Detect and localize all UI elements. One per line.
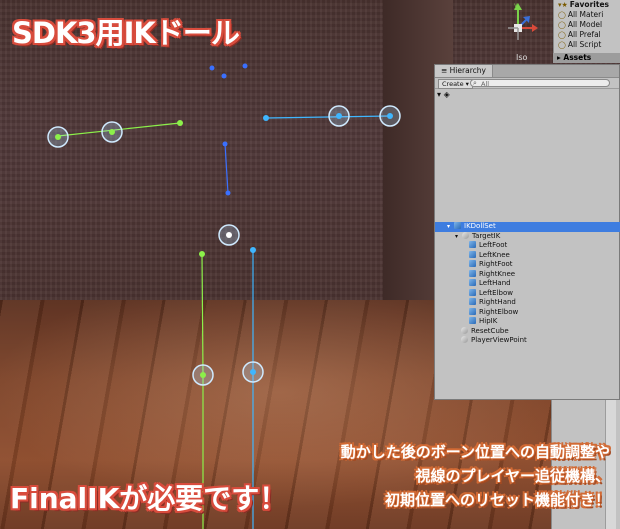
gameobject-icon bbox=[461, 326, 468, 334]
chevron-down-icon: ▾ bbox=[455, 232, 459, 240]
head-point bbox=[209, 65, 215, 71]
chest-point bbox=[222, 141, 228, 147]
search-icon: ⌕ bbox=[473, 79, 477, 87]
hierarchy-item-label: LeftFoot bbox=[479, 241, 508, 249]
search-placeholder: All bbox=[481, 80, 490, 88]
gameobject-icon bbox=[454, 222, 461, 229]
chevron-down-icon: ▾ bbox=[437, 90, 442, 99]
assets-label: Assets bbox=[563, 53, 592, 62]
tab-hierarchy[interactable]: ≡ Hierarchy bbox=[435, 65, 493, 77]
hierarchy-item-lefthand[interactable]: LeftHand bbox=[435, 279, 620, 289]
hierarchy-item-label: RightElbow bbox=[479, 307, 519, 316]
favorite-item[interactable]: ◯ All Prefal bbox=[554, 30, 620, 40]
unity-scene-icon: ◈ bbox=[443, 90, 450, 99]
hierarchy-item-righthand[interactable]: RightHand bbox=[435, 298, 620, 308]
gameobject-icon bbox=[469, 241, 476, 248]
hierarchy-toolbar: Create ▾ ⌕ All bbox=[435, 78, 619, 89]
hierarchy-item-label: LeftHand bbox=[479, 279, 511, 287]
hierarchy-item-label: TargetIK bbox=[472, 231, 501, 240]
handle-hip bbox=[218, 224, 240, 246]
hierarchy-item-targetik[interactable]: ▾ TargetIK bbox=[435, 231, 620, 242]
hierarchy-tabbar: ≡ Hierarchy bbox=[435, 65, 619, 78]
hierarchy-item-resetcube[interactable]: ResetCube bbox=[435, 326, 620, 337]
favorite-item-label: All Script bbox=[567, 40, 602, 49]
hierarchy-item-leftfoot[interactable]: LeftFoot bbox=[435, 241, 620, 251]
create-button-label: Create bbox=[442, 80, 464, 88]
gameobject-icon bbox=[469, 298, 476, 305]
create-button[interactable]: Create ▾ bbox=[438, 79, 473, 89]
favorite-item[interactable]: ◯ All Materi bbox=[554, 10, 620, 20]
favorites-header-label: Favorites bbox=[569, 0, 609, 9]
favorite-item[interactable]: ◯ All Model bbox=[554, 20, 620, 30]
gameobject-icon bbox=[469, 288, 476, 296]
hierarchy-item-rightknee[interactable]: RightKnee bbox=[435, 269, 620, 280]
right-hip-point bbox=[250, 247, 256, 253]
left-hip-point bbox=[199, 251, 205, 257]
handle-right-knee bbox=[242, 361, 264, 383]
hierarchy-panel: ≡ Hierarchy Create ▾ ⌕ All ▾ ◈ ▾ IKDollSet… bbox=[434, 64, 620, 400]
head-point bbox=[221, 73, 227, 79]
assets-header[interactable]: ▸ Assets bbox=[553, 53, 620, 63]
favorite-item-label: All Materi bbox=[567, 10, 604, 19]
favorite-item-label: All Prefal bbox=[567, 30, 601, 39]
hierarchy-item-ikdollset[interactable]: ▾ IKDollSet bbox=[435, 222, 620, 232]
hierarchy-item-label: IKDollSet bbox=[464, 222, 496, 230]
search-icon: ◯ bbox=[558, 41, 566, 49]
spine-line bbox=[224, 143, 229, 194]
search-icon: ◯ bbox=[558, 21, 566, 29]
hierarchy-item-label: LeftElbow bbox=[479, 288, 513, 297]
scene-root-row[interactable]: ▾ ◈ bbox=[435, 89, 619, 100]
gameobject-icon bbox=[469, 307, 476, 315]
svg-text:y: y bbox=[514, 2, 518, 9]
hierarchy-item-label: RightFoot bbox=[479, 260, 513, 268]
hierarchy-item-label: PlayerViewPoint bbox=[471, 336, 527, 344]
hierarchy-item-label: RightHand bbox=[479, 298, 516, 306]
favorite-item[interactable]: ◯ All Script bbox=[554, 40, 620, 50]
hierarchy-search-input[interactable]: ⌕ All bbox=[470, 79, 610, 88]
hierarchy-item-rightelbow[interactable]: RightElbow bbox=[435, 307, 620, 318]
hierarchy-item-leftknee[interactable]: LeftKnee bbox=[435, 250, 620, 261]
left-elbow-point bbox=[177, 120, 183, 126]
hierarchy-item-label: RightKnee bbox=[479, 269, 516, 278]
hierarchy-item-rightfoot[interactable]: RightFoot bbox=[435, 260, 620, 270]
hierarchy-item-hipik[interactable]: HipIK bbox=[435, 317, 620, 327]
search-icon: ◯ bbox=[558, 31, 566, 39]
gameobject-icon bbox=[469, 269, 476, 277]
gameobject-icon bbox=[469, 250, 476, 258]
hierarchy-item-label: ResetCube bbox=[471, 326, 509, 335]
requirement-caption: FinalIKが必要です！ bbox=[10, 482, 288, 515]
hierarchy-item-label: LeftKnee bbox=[479, 250, 510, 259]
gameobject-icon bbox=[461, 336, 468, 343]
right-arm-line bbox=[265, 115, 391, 119]
gameobject-icon bbox=[469, 317, 476, 324]
head-point bbox=[242, 63, 248, 69]
handle-right-hand bbox=[379, 105, 401, 127]
tab-hierarchy-label: Hierarchy bbox=[449, 66, 486, 75]
hierarchy-item-leftelbow[interactable]: LeftElbow bbox=[435, 288, 620, 299]
feature-line: 初期位置へのリセット機能付き！ bbox=[384, 491, 610, 509]
right-elbow-point bbox=[263, 115, 269, 121]
handle-left-knee bbox=[192, 364, 214, 386]
hierarchy-item-label: HipIK bbox=[479, 317, 498, 325]
left-leg-line bbox=[201, 253, 204, 376]
gameobject-icon bbox=[462, 231, 469, 239]
feature-line: 視線のプレイヤー追従機構、 bbox=[415, 467, 610, 485]
search-icon: ◯ bbox=[558, 11, 566, 19]
gameobject-icon bbox=[469, 260, 476, 267]
handle-right-elbow bbox=[328, 105, 350, 127]
favorite-item-label: All Model bbox=[567, 20, 603, 29]
page-title: SDK3用IKドール bbox=[12, 16, 240, 50]
gameobject-icon bbox=[469, 279, 476, 286]
favorites-header[interactable]: ▾★ Favorites bbox=[554, 0, 620, 10]
star-icon: ▾★ bbox=[558, 1, 568, 9]
scene-view[interactable]: y Iso ▾★ Favorites ◯ All Materi ◯ All Model… bbox=[0, 0, 620, 529]
list-icon: ≡ bbox=[441, 66, 450, 75]
chevron-down-icon: ▾ bbox=[447, 223, 451, 230]
waist-point bbox=[225, 190, 231, 196]
projection-label[interactable]: Iso bbox=[516, 53, 527, 62]
handle-left-elbow bbox=[101, 121, 123, 143]
handle-left-hand bbox=[47, 126, 69, 148]
hierarchy-item-playerviewpoint[interactable]: PlayerViewPoint bbox=[435, 336, 620, 346]
feature-line: 動かした後のボーン位置への自動調整や bbox=[340, 443, 610, 461]
